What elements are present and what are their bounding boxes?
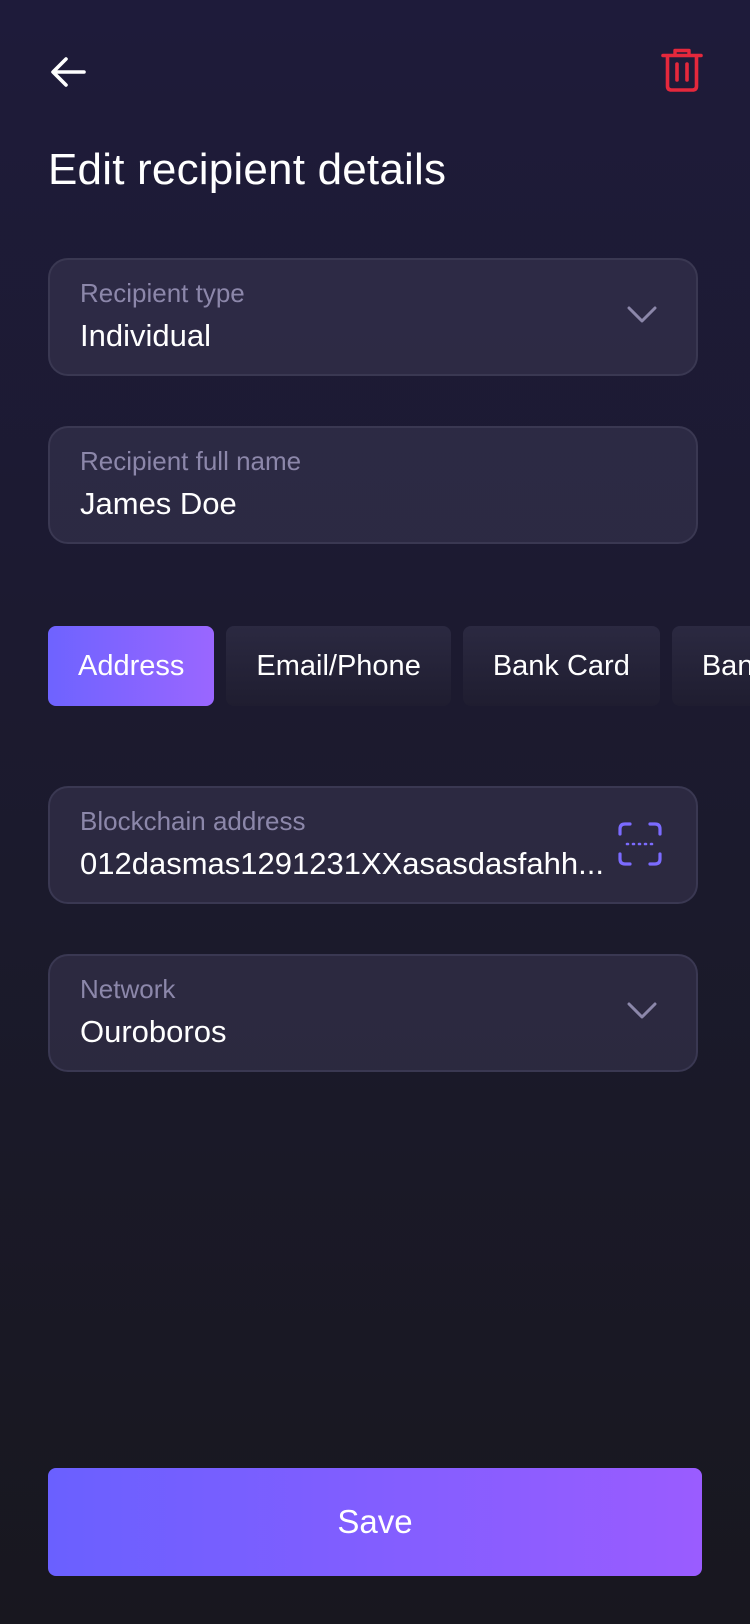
recipient-type-value: Individual	[80, 318, 211, 353]
trash-icon	[661, 48, 703, 92]
full-name-label: Recipient full name	[80, 446, 302, 476]
network-value: Ouroboros	[80, 1014, 227, 1049]
scan-icon[interactable]	[618, 822, 662, 866]
chevron-down-icon	[627, 306, 657, 323]
tab-address[interactable]: Address	[48, 626, 215, 706]
recipient-type-label: Recipient type	[80, 278, 245, 308]
chevron-down-icon	[627, 1002, 657, 1019]
blockchain-address-label: Blockchain address	[80, 806, 306, 836]
recipient-method-tabs: Address Email/Phone Bank Card Bank	[48, 626, 750, 706]
save-button[interactable]: Save	[48, 1468, 702, 1576]
network-select[interactable]: Network Ouroboros	[48, 954, 698, 1072]
recipient-full-name-field[interactable]: Recipient full name James Doe	[48, 426, 698, 544]
tab-email-phone[interactable]: Email/Phone	[226, 626, 451, 706]
tab-bank[interactable]: Bank	[671, 626, 750, 706]
network-label: Network	[80, 974, 176, 1004]
full-name-value: James Doe	[80, 486, 237, 521]
recipient-type-select[interactable]: Recipient type Individual	[48, 258, 698, 376]
arrow-left-icon	[51, 57, 86, 87]
delete-button[interactable]	[656, 44, 708, 96]
back-button[interactable]	[44, 48, 92, 96]
page-title: Edit recipient details	[48, 145, 447, 194]
tab-bank-card[interactable]: Bank Card	[462, 626, 660, 706]
blockchain-address-value: 012dasmas1291231XXasasdasfahh...	[80, 846, 604, 881]
blockchain-address-field[interactable]: Blockchain address 012dasmas1291231XXasa…	[48, 786, 698, 904]
